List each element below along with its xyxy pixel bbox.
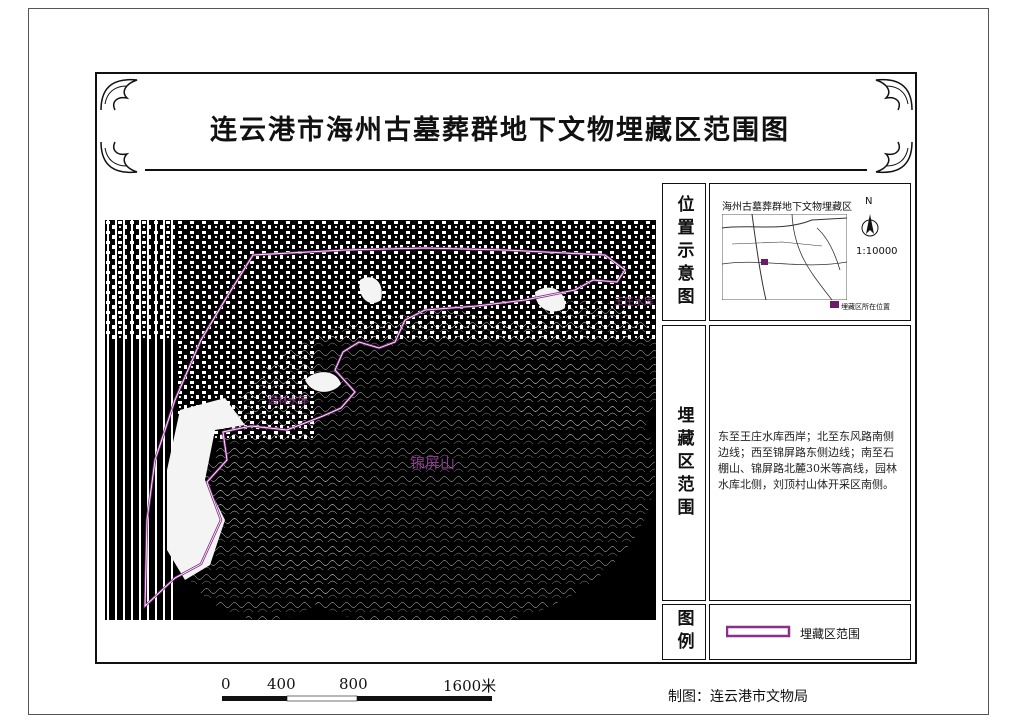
range-description: 东至王庄水库西岸；北至东风路南侧边线；西至锦屏路东侧边线；南至石棚山、锦屏路北麓… xyxy=(718,430,897,491)
north-label: N xyxy=(865,196,873,207)
legend-label: 图例 xyxy=(662,604,706,660)
scale-label-400: 400 xyxy=(267,675,296,693)
legend-boundary-swatch xyxy=(726,625,791,638)
scale-label-1600: 1600米 xyxy=(443,677,497,695)
inset-title: 海州古墓葬群地下文物埋藏区 xyxy=(722,202,852,213)
title-divider xyxy=(145,169,867,171)
inset-legend-label: 埋藏区所在位置 xyxy=(841,303,890,311)
inset-road-map xyxy=(722,214,847,300)
reservoir-label: 王庄水库 xyxy=(614,297,654,308)
scale-label-800: 800 xyxy=(339,675,368,693)
inset-legend-marker xyxy=(830,301,839,308)
legend-item-label: 埋藏区范围 xyxy=(800,627,861,641)
corner-ornament-bottom-right xyxy=(875,141,913,174)
corner-ornament-top-left xyxy=(100,78,138,111)
garden-reservoir-label: 园林水库 xyxy=(268,396,308,407)
range-label: 埋藏区范围 xyxy=(662,325,706,601)
north-arrow-icon xyxy=(861,214,879,237)
scale-ratio: 1:10000 xyxy=(856,246,898,257)
map-maker: 制图：连云港市文物局 xyxy=(668,689,808,705)
map-graphic xyxy=(105,220,656,620)
corner-ornament-bottom-left xyxy=(100,141,138,174)
scale-label-0: 0 xyxy=(221,675,231,693)
mountain-label: 锦屏山 xyxy=(410,454,456,472)
main-map xyxy=(105,220,656,620)
map-title: 连云港市海州古墓葬群地下文物埋藏区范围图 xyxy=(210,115,790,146)
location-label: 位置示意图 xyxy=(662,183,706,321)
corner-ornament-top-right xyxy=(875,78,913,111)
